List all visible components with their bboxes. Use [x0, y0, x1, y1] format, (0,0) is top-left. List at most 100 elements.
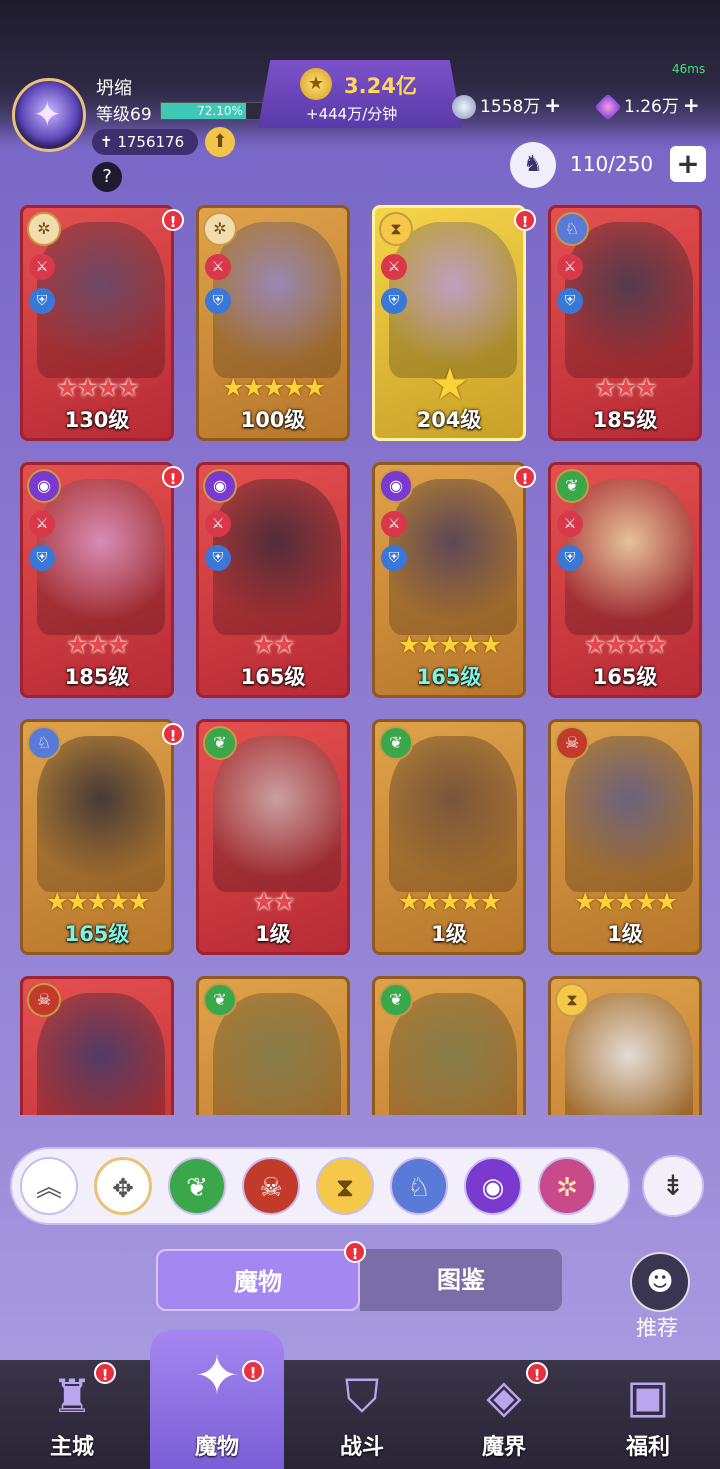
tab-monsters[interactable]: 魔物 [156, 1249, 360, 1311]
monster-portrait [37, 222, 165, 378]
gem-resource[interactable]: 1.26万 + [594, 90, 700, 121]
demon-icon: ☠ [259, 1173, 283, 1203]
battle-icon: ⛉ [344, 1369, 380, 1423]
nav-label: 魔界 [481, 1435, 526, 1460]
gold-amount: 3.24亿 [344, 74, 417, 98]
shield-status-icon: ⛨ [381, 288, 407, 314]
monster-level: 185级 [592, 408, 658, 432]
nature-element-icon: ❦ [555, 469, 589, 503]
gold-coin-icon: ★ [300, 68, 332, 100]
chest-icon: ▣ [626, 1369, 670, 1423]
monster-portrait [37, 736, 165, 892]
monster-card[interactable]: ⧗ ⚔ ⛨ ★ 204级 [372, 205, 526, 441]
monster-level: 165级 [64, 922, 130, 946]
tab-codex[interactable]: 图鉴 [360, 1249, 562, 1311]
recommend-button[interactable]: ☻ [630, 1252, 690, 1312]
nav-label: 主城 [49, 1435, 94, 1460]
all-filter-button[interactable]: ✥ [94, 1157, 152, 1215]
sort-button[interactable]: ⇟ [642, 1155, 704, 1217]
collapse-filter-button[interactable]: ︽ [20, 1157, 78, 1215]
monster-card[interactable]: ♘ ★★★★★ 165级 [20, 719, 174, 955]
gem-add-button[interactable]: + [683, 93, 700, 117]
monster-portrait [213, 479, 341, 635]
nature-element-icon: ❦ [379, 726, 413, 760]
monster-card[interactable]: ❦ [196, 976, 350, 1115]
monster-icon: ✦ [194, 1344, 240, 1407]
wind-icon: ✲ [556, 1173, 578, 1203]
time-filter-button[interactable]: ⧗ [316, 1157, 374, 1215]
monster-card[interactable]: ❦ ★★ 1级 [196, 719, 350, 955]
eye-icon: ◉ [481, 1173, 505, 1203]
monster-card[interactable]: ☠ [20, 976, 174, 1115]
monster-level: 204级 [416, 408, 482, 432]
monster-card[interactable]: ✲ ⚔ ⛨ ★★★★ 130级 [20, 205, 174, 441]
nav-label: 战斗 [339, 1435, 384, 1460]
monster-level: 165级 [416, 665, 482, 689]
gold-rate: +444万/分钟 [306, 105, 398, 123]
silver-resource[interactable]: 1558万 + [452, 90, 561, 120]
alert-icon: ! [514, 209, 536, 231]
dragon-element-icon: ♘ [555, 212, 589, 246]
nature-filter-button[interactable]: ❦ [168, 1157, 226, 1215]
silver-add-button[interactable]: + [544, 93, 561, 117]
alert-icon: ! [162, 723, 184, 745]
monster-card[interactable]: ⧗ [548, 976, 702, 1115]
monster-card[interactable]: ♘ ⚔ ⛨ ★★★ 185级 [548, 205, 702, 441]
monster-card[interactable]: ❦ ⚔ ⛨ ★★★★ 165级 [548, 462, 702, 698]
demon-element-icon: ☠ [555, 726, 589, 760]
player-avatar[interactable]: ✦ [12, 78, 86, 152]
help-button[interactable]: ? [92, 162, 122, 192]
demon-filter-button[interactable]: ☠ [242, 1157, 300, 1215]
eye-filter-button[interactable]: ◉ [464, 1157, 522, 1215]
monster-card[interactable]: ❦ [372, 976, 526, 1115]
eye-element-icon: ◉ [27, 469, 61, 503]
monster-level: 100级 [240, 408, 306, 432]
power-value: 1756176 [117, 133, 185, 151]
alert-icon: ! [162, 209, 184, 231]
nav-castle[interactable]: ♜ 主城! [0, 1360, 144, 1469]
shield-status-icon: ⛨ [29, 288, 55, 314]
attack-status-icon: ⚔ [381, 511, 407, 537]
monster-portrait [389, 736, 517, 892]
alert-icon: ! [514, 466, 536, 488]
view-tabs: 图鉴 魔物 ! [156, 1241, 562, 1311]
wind-element-icon: ✲ [203, 212, 237, 246]
nature-element-icon: ❦ [203, 726, 237, 760]
monster-card[interactable]: ☠ ★★★★★ 1级 [548, 719, 702, 955]
player-name: 坍缩 [96, 78, 132, 99]
attack-status-icon: ⚔ [205, 254, 231, 280]
ping-readout: 46ms [672, 62, 706, 76]
monster-portrait [213, 222, 341, 378]
collapse-icon: ︽ [35, 1173, 62, 1203]
monster-card[interactable]: ✲ ⚔ ⛨ ★★★★★ 100级 [196, 205, 350, 441]
power-display: ✝ 1756176 [92, 129, 198, 155]
capacity-add-button[interactable]: + [670, 146, 706, 182]
monster-portrait [213, 736, 341, 892]
player-level: 等级69 [96, 105, 152, 125]
attack-status-icon: ⚔ [205, 511, 231, 537]
wind-filter-button[interactable]: ✲ [538, 1157, 596, 1215]
attack-status-icon: ⚔ [381, 254, 407, 280]
shield-status-icon: ⛨ [557, 545, 583, 571]
nav-battle[interactable]: ⛉ 战斗 [290, 1360, 434, 1469]
nav-portal[interactable]: ◈ 魔界! [432, 1360, 576, 1469]
avatar-star-icon: ✦ [33, 95, 62, 135]
team-icon: ☻ [646, 1267, 674, 1297]
monster-card[interactable]: ◉ ⚔ ⛨ ★★★★★ 165级 [372, 462, 526, 698]
sort-icon: ⇟ [661, 1169, 685, 1202]
upgrade-button[interactable]: ⬆ [205, 127, 235, 157]
bottom-nav: ♜ 主城! ✦ 魔物! ⛉ 战斗 ◈ 魔界! ▣ 福利 [0, 1330, 720, 1469]
nav-monster[interactable]: ✦ 魔物! [150, 1330, 284, 1469]
monster-capacity: 110/250 [570, 152, 654, 176]
monster-card[interactable]: ❦ ★★★★★ 1级 [372, 719, 526, 955]
nav-chest[interactable]: ▣ 福利 [576, 1360, 720, 1469]
dragon-filter-button[interactable]: ♘ [390, 1157, 448, 1215]
star-rating: ★★★★ [56, 373, 140, 402]
monster-grid: ✲ ⚔ ⛨ ★★★★ 130级! ✲ ⚔ ⛨ ★★★★★ 100级 ⧗ ⚔ ⛨ ★ 204级! ♘ ⚔ ⛨ ★★★ 1… [0, 195, 720, 1115]
star-rating: ★★★★★ [397, 630, 502, 659]
monster-card[interactable]: ◉ ⚔ ⛨ ★★ 165级 [196, 462, 350, 698]
monster-card[interactable]: ◉ ⚔ ⛨ ★★★ 185级 [20, 462, 174, 698]
monster-level: 130级 [64, 408, 130, 432]
monster-level: 165级 [592, 665, 658, 689]
dragon-element-icon: ♘ [27, 726, 61, 760]
